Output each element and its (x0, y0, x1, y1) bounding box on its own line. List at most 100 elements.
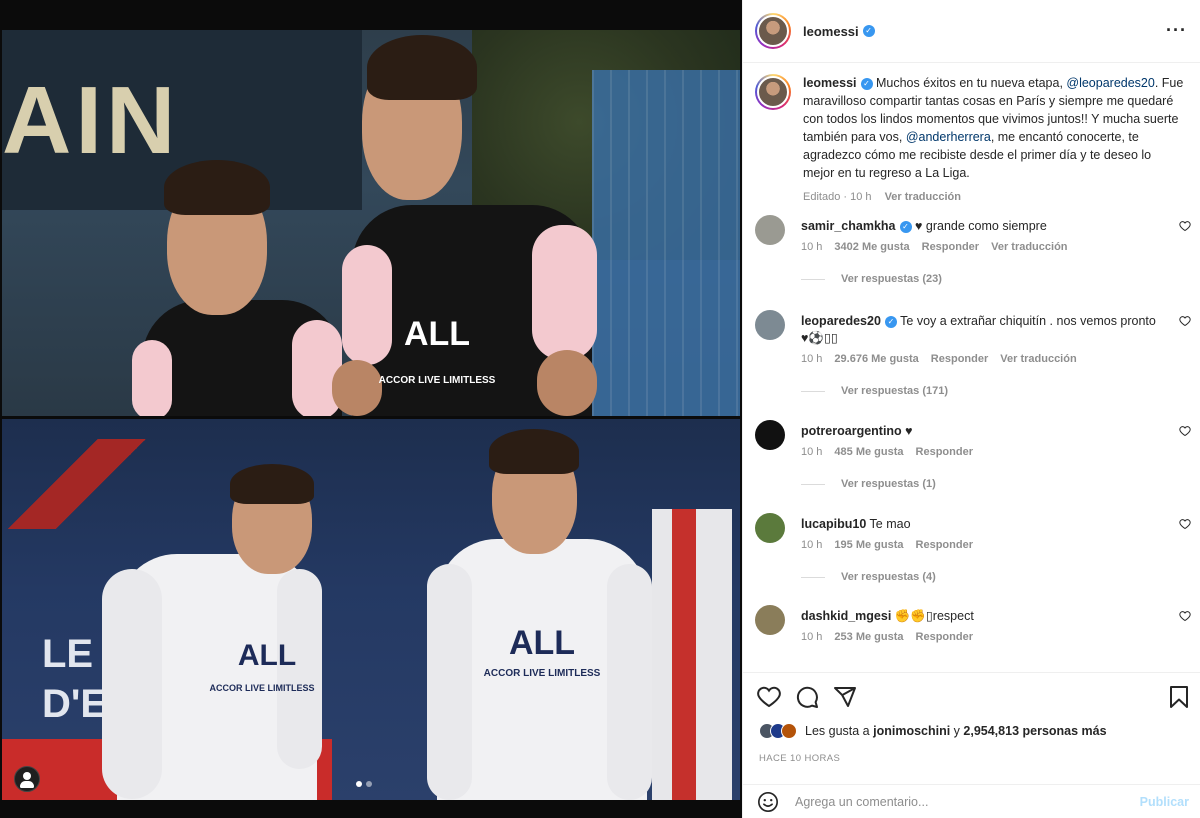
comment-likes[interactable]: 485 Me gusta (834, 446, 903, 458)
comment-likes[interactable]: 253 Me gusta (834, 631, 903, 643)
emoji-icon[interactable] (757, 791, 779, 813)
background-fence (592, 70, 740, 416)
photo-top: AIN ALL ACCOR LIVE LIMITLESS (2, 30, 740, 416)
shirt-sponsor-text: ACCOR LIVE LIMITLESS (378, 375, 496, 386)
photo-bottom: LE D'E EMENT ALL ACCOR LIVE LIMITLESS A (2, 419, 740, 800)
hair (164, 160, 270, 215)
view-replies-button[interactable]: Ver respuestas (171) (801, 385, 1161, 397)
see-translation-link[interactable]: Ver traducción (991, 241, 1067, 253)
publish-button[interactable]: Publicar (1140, 795, 1189, 809)
carousel-dot (366, 781, 372, 787)
comment-time: 10 h (801, 631, 823, 643)
shirt-sponsor-text: ACCOR LIVE LIMITLESS (483, 668, 601, 679)
caption-text: leomessi ✓ Muchos éxitos en tu nueva etap… (803, 74, 1185, 206)
comments-list[interactable]: leomessi ✓ Muchos éxitos en tu nueva etap… (743, 64, 1200, 664)
comment-text: ♥ grande como siempre (911, 219, 1047, 233)
verified-badge-icon: ✓ (860, 78, 873, 90)
view-replies-button[interactable]: Ver respuestas (1) (801, 478, 1161, 490)
caption-meta: Editado · 10 h Ver traducción (803, 188, 1185, 206)
sleeve (427, 564, 472, 800)
comment-username[interactable]: leoparedes20 (801, 314, 881, 328)
caption-part: Muchos éxitos en tu nueva etapa, (872, 76, 1067, 90)
comment-likes[interactable]: 195 Me gusta (834, 539, 903, 551)
tagged-users-icon[interactable] (14, 766, 40, 792)
comment-text: ✊✊▯respect (891, 609, 974, 623)
hair (367, 35, 477, 100)
like-comment-heart-icon[interactable] (1179, 315, 1191, 327)
avatar-image (757, 15, 789, 47)
likes-prefix: Les gusta a (805, 724, 874, 738)
mention-link[interactable]: @leoparedes20 (1066, 76, 1154, 90)
shirt-sponsor-logo: ALL (403, 315, 471, 353)
post-caption: leomessi ✓ Muchos éxitos en tu nueva etap… (755, 74, 1195, 206)
instagram-post: AIN ALL ACCOR LIVE LIMITLESS LE D'E ALL … (0, 0, 1200, 818)
comment-username[interactable]: potreroargentino (801, 424, 902, 438)
carousel-dot (356, 781, 362, 787)
reply-button[interactable]: Responder (931, 353, 988, 365)
like-comment-heart-icon[interactable] (1179, 610, 1191, 622)
sleeve (132, 340, 172, 416)
comment-item: dashkid_mgesi ✊✊▯respect 10 h 253 Me gust… (755, 605, 1195, 643)
caption-author-avatar[interactable] (755, 74, 791, 110)
sleeve (102, 569, 162, 799)
player-right: ALL ACCOR LIVE LIMITLESS (332, 30, 612, 416)
reply-button[interactable]: Responder (916, 539, 973, 551)
hair (230, 464, 314, 504)
likes-summary: Les gusta a jonimoschini y 2,954,813 per… (759, 723, 1107, 739)
liker-username[interactable]: jonimoschini (873, 724, 950, 738)
likes-count[interactable]: 2,954,813 personas más (963, 724, 1106, 738)
comment-username[interactable]: samir_chamkha (801, 219, 896, 233)
view-replies-button[interactable]: Ver respuestas (23) (801, 273, 1161, 285)
comment-icon[interactable] (795, 685, 819, 709)
comment-likes[interactable]: 29.676 Me gusta (834, 353, 918, 365)
liker-avatar (781, 723, 797, 739)
comment-input[interactable] (795, 794, 1115, 809)
comment-username[interactable]: dashkid_mgesi (801, 609, 891, 623)
author-username[interactable]: leomessi (803, 24, 859, 39)
verified-badge-icon: ✓ (884, 316, 897, 328)
player-left: ALL ACCOR LIVE LIMITLESS (102, 459, 332, 800)
post-sidebar: leomessi ✓ ··· leomessi ✓ Muchos éxitos e… (742, 0, 1200, 818)
likes-text: Les gusta a jonimoschini y 2,954,813 per… (805, 724, 1107, 738)
sleeve (532, 225, 597, 360)
reply-button[interactable]: Responder (916, 631, 973, 643)
comment-item: samir_chamkha ✓ ♥ grande como siempre 10 … (755, 215, 1195, 285)
mention-link[interactable]: @anderherrera (906, 130, 991, 144)
see-translation-link[interactable]: Ver traducción (885, 191, 961, 203)
comment-likes[interactable]: 3402 Me gusta (834, 241, 909, 253)
verified-badge-icon: ✓ (862, 25, 875, 37)
commenter-avatar[interactable] (755, 215, 785, 245)
reply-button[interactable]: Responder (922, 241, 979, 253)
view-replies-button[interactable]: Ver respuestas (4) (801, 571, 1161, 583)
comment-item: lucapibu10 Te mao 10 h 195 Me gusta Respon… (755, 513, 1195, 583)
comment-item: leoparedes20 ✓ Te voy a extrañar chiquití… (755, 310, 1195, 397)
comment-time: 10 h (801, 446, 823, 458)
commenter-avatar[interactable] (755, 310, 785, 340)
more-options-icon[interactable]: ··· (1166, 20, 1187, 41)
commenter-avatar[interactable] (755, 605, 785, 635)
see-translation-link[interactable]: Ver traducción (1000, 353, 1076, 365)
shirt-sponsor-text: ACCOR LIVE LIMITLESS (209, 683, 315, 693)
background-stripes (652, 509, 732, 800)
reply-button[interactable]: Responder (916, 446, 973, 458)
share-send-icon[interactable] (833, 685, 857, 709)
caption-username[interactable]: leomessi (803, 76, 857, 90)
shirt-sponsor-logo: ALL (237, 639, 297, 672)
comment-time: 10 h (801, 353, 823, 365)
arm (537, 350, 597, 416)
like-heart-icon[interactable] (757, 685, 781, 709)
commenter-avatar[interactable] (755, 420, 785, 450)
arm (332, 360, 382, 416)
post-media[interactable]: AIN ALL ACCOR LIVE LIMITLESS LE D'E ALL … (0, 0, 742, 818)
author-avatar[interactable] (755, 13, 791, 49)
verified-badge-icon: ✓ (899, 221, 912, 233)
like-comment-heart-icon[interactable] (1179, 518, 1191, 530)
comment-item: potreroargentino ♥ 10 h 485 Me gusta Respo… (755, 420, 1195, 490)
like-comment-heart-icon[interactable] (1179, 425, 1191, 437)
comment-username[interactable]: lucapibu10 (801, 517, 866, 531)
bookmark-save-icon[interactable] (1167, 685, 1191, 709)
avatar-image (757, 76, 789, 108)
shirt-sponsor-logo: ALL (508, 624, 576, 662)
like-comment-heart-icon[interactable] (1179, 220, 1191, 232)
commenter-avatar[interactable] (755, 513, 785, 543)
